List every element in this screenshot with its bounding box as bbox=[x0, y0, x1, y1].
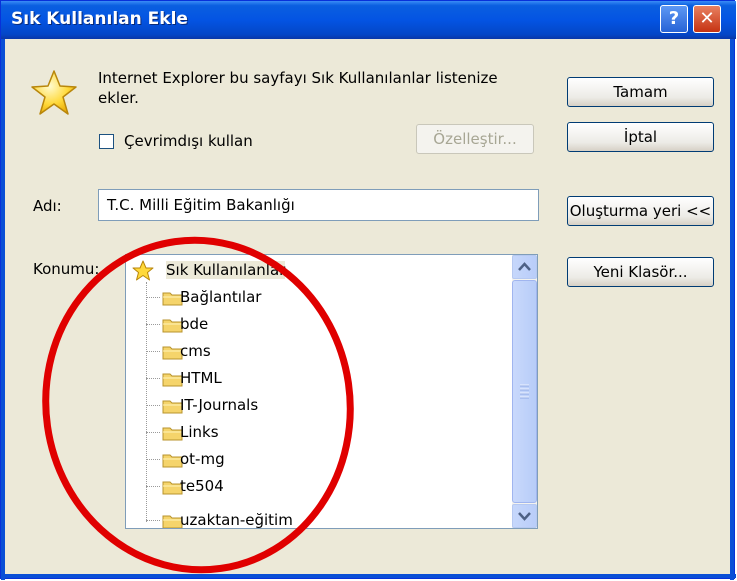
tree-item-folder[interactable]: Links bbox=[126, 419, 506, 446]
new-folder-button[interactable]: Yeni Klasör... bbox=[567, 257, 714, 287]
favorites-star-icon bbox=[132, 260, 154, 281]
tree-item-label: ot-mg bbox=[180, 450, 225, 468]
tree-item-label: cms bbox=[180, 342, 211, 360]
customize-button[interactable]: Özelleştir... bbox=[416, 124, 534, 154]
tree-item-folder[interactable]: cms bbox=[126, 338, 506, 365]
tree-item-folder[interactable]: Bağlantılar bbox=[126, 284, 506, 311]
tree-item-label: Links bbox=[180, 423, 219, 441]
window-title: Sık Kullanılan Ekle bbox=[11, 9, 188, 29]
tree-item-label: uzaktan-eğitim bbox=[180, 511, 293, 529]
tree-item-label: te504 bbox=[180, 477, 224, 495]
close-button[interactable]: ✕ bbox=[693, 5, 721, 33]
favorites-star-icon bbox=[31, 70, 77, 115]
window-border-left bbox=[1, 39, 5, 580]
offline-checkbox-label[interactable]: Çevrimdışı kullan bbox=[124, 132, 253, 150]
tree-item-folder[interactable]: bde bbox=[126, 311, 506, 338]
scroll-up-button[interactable] bbox=[512, 255, 537, 279]
add-favorite-dialog: Sık Kullanılan Ekle ? ✕ Internet Explore… bbox=[0, 0, 736, 580]
tree-connector bbox=[146, 520, 160, 521]
tree-connector bbox=[146, 378, 160, 379]
tree-item-folder[interactable]: uzaktan-eğitim bbox=[126, 507, 506, 529]
tree-item-label: bde bbox=[180, 315, 209, 333]
tree-connector bbox=[146, 297, 160, 298]
ok-button[interactable]: Tamam bbox=[567, 77, 714, 107]
create-in-button[interactable]: Oluşturma yeri << bbox=[567, 196, 714, 226]
folder-tree[interactable]: Sık Kullanılanlar Bağlantılar bde cms HT… bbox=[125, 254, 538, 529]
vertical-scrollbar[interactable] bbox=[512, 255, 537, 528]
location-label: Konumu: bbox=[33, 260, 100, 278]
window-border-right bbox=[730, 39, 734, 580]
tree-connector bbox=[146, 432, 160, 433]
scroll-down-button[interactable] bbox=[512, 504, 537, 528]
tree-item-folder[interactable]: IT-Journals bbox=[126, 392, 506, 419]
window-border-bottom bbox=[1, 574, 736, 578]
name-label: Adı: bbox=[33, 197, 62, 215]
tree-item-favorites[interactable]: Sık Kullanılanlar bbox=[126, 257, 506, 284]
tree-item-folder[interactable]: te504 bbox=[126, 473, 506, 500]
tree-item-folder[interactable]: ot-mg bbox=[126, 446, 506, 473]
scroll-thumb[interactable] bbox=[512, 280, 537, 503]
tree-item-folder[interactable]: HTML bbox=[126, 365, 506, 392]
tree-item-label: Bağlantılar bbox=[180, 288, 262, 306]
title-bar[interactable]: Sık Kullanılan Ekle ? ✕ bbox=[1, 1, 736, 39]
tree-item-label: HTML bbox=[180, 369, 222, 387]
tree-connector bbox=[146, 486, 160, 487]
grip-icon bbox=[520, 384, 529, 399]
tree-connector bbox=[146, 324, 160, 325]
offline-checkbox[interactable] bbox=[99, 134, 114, 149]
help-button[interactable]: ? bbox=[660, 5, 688, 33]
chevron-down-icon bbox=[518, 512, 531, 521]
tree-connector bbox=[146, 459, 160, 460]
dialog-description: Internet Explorer bu sayfayı Sık Kullanı… bbox=[98, 69, 498, 107]
name-input[interactable]: T.C. Milli Eğitim Bakanlığı bbox=[98, 189, 539, 221]
cancel-button[interactable]: İptal bbox=[567, 122, 714, 152]
tree-connector bbox=[146, 405, 160, 406]
tree-item-label: Sık Kullanılanlar bbox=[166, 261, 286, 279]
tree-connector bbox=[146, 351, 160, 352]
tree-item-label: IT-Journals bbox=[180, 396, 259, 414]
chevron-up-icon bbox=[518, 262, 531, 271]
